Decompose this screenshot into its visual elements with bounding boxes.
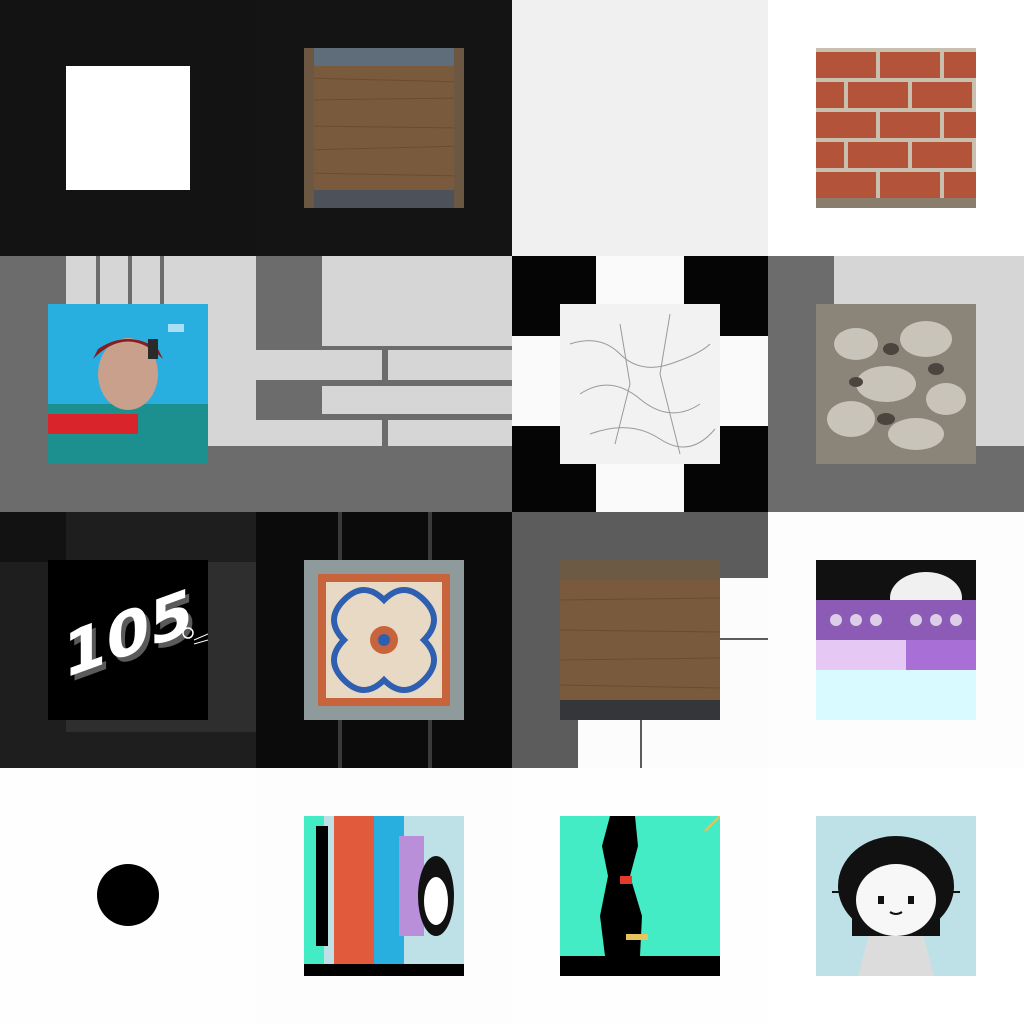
brick-wall-tile	[768, 0, 1024, 256]
purple-glitch-tile	[768, 512, 1024, 768]
light-panel	[578, 720, 768, 768]
wood-plank-tile	[256, 0, 512, 256]
divider	[720, 638, 768, 640]
logo-105-tile: 105 105	[0, 512, 256, 768]
light-panel	[256, 420, 382, 446]
black-dot-tile	[0, 768, 256, 1024]
white-square-tile	[0, 0, 256, 256]
glitch-portrait-image	[48, 304, 208, 464]
wood-texture-image	[304, 48, 464, 208]
marble-texture-tile	[512, 256, 768, 512]
dark-block	[0, 512, 66, 562]
blank-gray-tile	[512, 0, 768, 256]
character-collage-tile	[256, 768, 512, 1024]
light-panel	[388, 350, 512, 380]
black-dot	[97, 864, 159, 926]
light-panel	[322, 256, 512, 346]
light-panel	[388, 420, 512, 446]
marble-image	[560, 304, 720, 464]
purple-glitch-image	[816, 560, 976, 720]
mosaic-tile	[256, 512, 512, 768]
light-panel	[256, 350, 382, 380]
metal-scrap-tile	[768, 256, 1024, 512]
metal-scrap-image	[816, 304, 976, 464]
divider	[640, 720, 642, 768]
brick-wall-image	[816, 48, 976, 208]
mosaic-image	[304, 560, 464, 720]
logo-105-image: 105 105	[48, 560, 208, 720]
cartoon-girl-image	[816, 816, 976, 976]
wood-plank-2-tile	[512, 512, 768, 768]
image-grid: 105 105	[0, 0, 1024, 1024]
silhouette-teal-tile	[512, 768, 768, 1024]
wood-texture-image-2	[560, 560, 720, 720]
gray-panel-tile	[256, 256, 512, 512]
glitch-portrait-tile	[0, 256, 256, 512]
cartoon-girl-tile	[768, 768, 1024, 1024]
light-panel	[322, 386, 512, 414]
character-collage-image	[304, 816, 464, 976]
silhouette-teal-image	[560, 816, 720, 976]
white-square	[66, 66, 190, 190]
